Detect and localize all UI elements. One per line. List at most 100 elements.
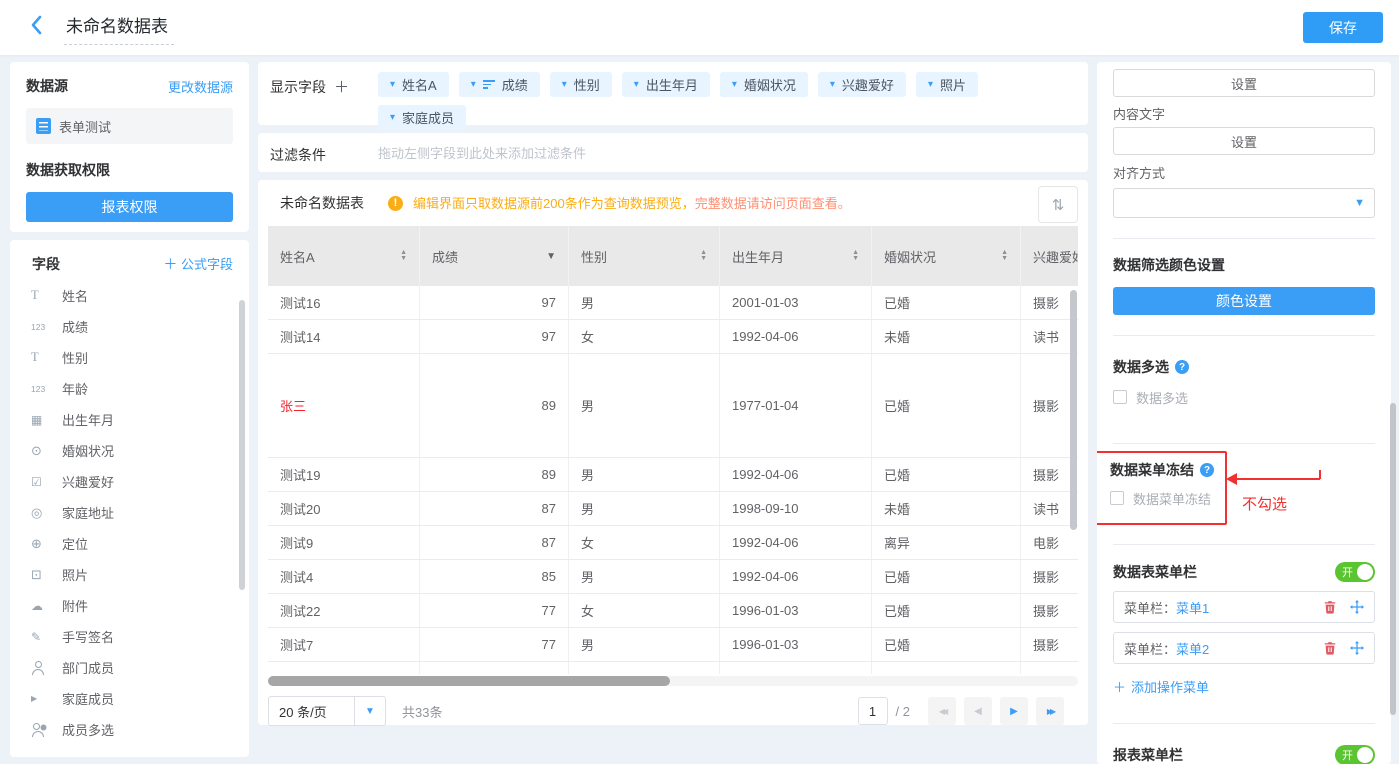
pagination: 20 条/页 ▼ 共33条 1 / 2 xyxy=(268,693,1078,729)
sort-icon[interactable]: ▲▼ xyxy=(700,250,707,262)
table-row[interactable]: 测试1497女1992-04-06未婚读书 xyxy=(268,320,1078,354)
change-datasource-link[interactable]: 更改数据源 xyxy=(168,77,233,96)
table-row[interactable]: 测试485男1992-04-06已婚摄影 xyxy=(268,560,1078,594)
table-vertical-scrollbar[interactable] xyxy=(1070,290,1077,530)
sort-icon[interactable]: ▲▼ xyxy=(400,250,407,262)
save-button[interactable]: 保存 xyxy=(1303,12,1383,43)
field-item[interactable]: 部门成员 xyxy=(10,652,249,683)
filter-dropzone[interactable]: 拖动左侧字段到此处来添加过滤条件 xyxy=(378,143,586,162)
title-setting-button[interactable]: 设置 xyxy=(1113,69,1375,97)
page-scrollbar[interactable] xyxy=(1390,403,1396,715)
menu-freeze-checkbox[interactable] xyxy=(1110,491,1124,505)
display-field-tag[interactable]: ▾性别 xyxy=(550,72,612,97)
field-item[interactable]: ▶家庭成员 xyxy=(10,683,249,714)
add-menu-link[interactable]: ＋ 添加操作菜单 xyxy=(1113,677,1375,695)
menu-bar-item[interactable]: 菜单栏：菜单1 xyxy=(1113,591,1375,623)
color-setting-button[interactable]: 颜色设置 xyxy=(1113,287,1375,315)
back-button[interactable] xyxy=(30,15,50,41)
table-row[interactable]: 测试777男1996-01-03已婚摄影 xyxy=(268,628,1078,662)
field-label: 成绩 xyxy=(62,317,88,336)
divider xyxy=(1113,723,1375,724)
column-header[interactable]: 兴趣爱好 xyxy=(1021,226,1078,286)
table-row[interactable]: 测试1371女1992-01-03未婚读书 xyxy=(268,662,1078,674)
field-item[interactable]: ⊡照片 xyxy=(10,559,249,590)
field-label: 照片 xyxy=(62,565,88,584)
display-field-tag[interactable]: ▾姓名A xyxy=(378,72,449,97)
next-page-button[interactable] xyxy=(1000,697,1028,725)
column-header[interactable]: 姓名A▲▼ xyxy=(268,226,420,286)
annotation-highlight-box: 数据菜单冻结 数据菜单冻结 xyxy=(1097,451,1227,525)
display-field-tag[interactable]: ▾婚姻状况 xyxy=(720,72,808,97)
field-item[interactable]: ▦出生年月 xyxy=(10,404,249,435)
table-cell: 测试9 xyxy=(268,526,420,559)
content-setting-button[interactable]: 设置 xyxy=(1113,127,1375,155)
prev-page-button[interactable] xyxy=(964,697,992,725)
table-row[interactable]: 测试1989男1992-04-06已婚摄影 xyxy=(268,458,1078,492)
table-cell: 测试16 xyxy=(268,286,420,319)
sort-icon[interactable]: ▲▼ xyxy=(1001,250,1008,262)
datasource-item[interactable]: 表单测试 xyxy=(26,108,233,144)
field-item[interactable]: T性别 xyxy=(10,342,249,373)
sort-desc-icon[interactable]: ▼ xyxy=(546,251,556,262)
sort-order-button[interactable] xyxy=(1038,186,1078,223)
field-item[interactable]: 123年龄 xyxy=(10,373,249,404)
display-field-tag[interactable]: ▾照片 xyxy=(916,72,978,97)
field-item[interactable]: T姓名 xyxy=(10,280,249,311)
menu-item-link[interactable]: 菜单1 xyxy=(1176,598,1209,617)
field-item[interactable]: ⊙婚姻状况 xyxy=(10,435,249,466)
help-icon[interactable] xyxy=(1175,360,1189,374)
table-header-row: 姓名A▲▼成绩▼性别▲▼出生年月▲▼ 婚姻状况 ▲▼ 兴趣爱好 xyxy=(268,226,1078,286)
table-cell: 女 xyxy=(569,526,720,559)
display-field-tag[interactable]: ▾家庭成员 xyxy=(378,105,466,130)
column-header[interactable]: 性别▲▼ xyxy=(569,226,720,286)
display-field-tag[interactable]: ▾兴趣爱好 xyxy=(818,72,906,97)
column-header[interactable]: 出生年月▲▼ xyxy=(720,226,872,286)
page-input[interactable]: 1 xyxy=(858,697,888,725)
field-item[interactable]: ◎家庭地址 xyxy=(10,497,249,528)
display-field-tag[interactable]: ▾出生年月 xyxy=(622,72,710,97)
table-horizontal-scrollbar[interactable] xyxy=(268,676,670,686)
table-row[interactable]: 测试2277女1996-01-03已婚摄影 xyxy=(268,594,1078,628)
multi-select-title: 数据多选 xyxy=(1113,357,1169,377)
table-cell: 2001-01-03 xyxy=(720,286,872,319)
help-icon[interactable] xyxy=(1200,463,1214,477)
field-item[interactable]: 123成绩 xyxy=(10,311,249,342)
field-item[interactable]: ☑兴趣爱好 xyxy=(10,466,249,497)
column-label: 婚姻状况 xyxy=(884,247,936,266)
table-cell: 测试22 xyxy=(268,594,420,627)
trash-icon[interactable] xyxy=(1323,600,1337,614)
table-cell: 男 xyxy=(569,628,720,661)
sort-icon[interactable]: ▲▼ xyxy=(852,250,859,262)
multi-select-checkbox[interactable] xyxy=(1113,390,1127,404)
field-item[interactable]: ☁附件 xyxy=(10,590,249,621)
last-page-button[interactable] xyxy=(1036,697,1064,725)
add-formula-field-link[interactable]: ＋ 公式字段 xyxy=(163,254,233,274)
caret-down-icon: ▼ xyxy=(1354,197,1365,209)
trash-icon[interactable] xyxy=(1323,641,1337,655)
field-item[interactable]: ✎手写签名 xyxy=(10,621,249,652)
table-cell: 摄影 xyxy=(1021,628,1078,661)
menu-item-link[interactable]: 菜单2 xyxy=(1176,639,1209,658)
display-field-tags: ▾姓名A ▾成绩 ▾性别 ▾出生年月 ▾婚姻状况 ▾兴趣爱好 ▾照片 ▾家庭成员 xyxy=(378,72,1028,130)
display-field-tag[interactable]: ▾成绩 xyxy=(459,72,540,97)
table-row[interactable]: 测试1697男2001-01-03已婚摄影 xyxy=(268,286,1078,320)
add-display-field-icon[interactable]: ＋ xyxy=(334,76,349,97)
menu-bar-item[interactable]: 菜单栏：菜单2 xyxy=(1113,632,1375,664)
table-row[interactable]: 测试2087男1998-09-10未婚读书 xyxy=(268,492,1078,526)
page-size-select[interactable]: 20 条/页 ▼ xyxy=(268,696,386,726)
fields-scrollbar[interactable] xyxy=(239,300,245,590)
align-select[interactable]: ▼ xyxy=(1113,188,1375,218)
field-item[interactable]: ⊕定位 xyxy=(10,528,249,559)
column-header[interactable]: 成绩▼ xyxy=(420,226,569,286)
move-icon[interactable] xyxy=(1350,641,1364,655)
report-menubar-toggle[interactable]: 开 xyxy=(1335,745,1375,764)
caret-down-icon: ▾ xyxy=(562,79,567,90)
first-page-button[interactable] xyxy=(928,697,956,725)
table-menubar-toggle[interactable]: 开 xyxy=(1335,562,1375,582)
report-permission-button[interactable]: 报表权限 xyxy=(26,192,233,222)
column-header[interactable]: 婚姻状况 ▲▼ xyxy=(872,226,1021,286)
field-item[interactable]: 成员多选 xyxy=(10,714,249,745)
move-icon[interactable] xyxy=(1350,600,1364,614)
table-row[interactable]: 测试987女1992-04-06离异电影 xyxy=(268,526,1078,560)
table-row[interactable]: 张三89男1977-01-04已婚摄影 xyxy=(268,354,1078,458)
